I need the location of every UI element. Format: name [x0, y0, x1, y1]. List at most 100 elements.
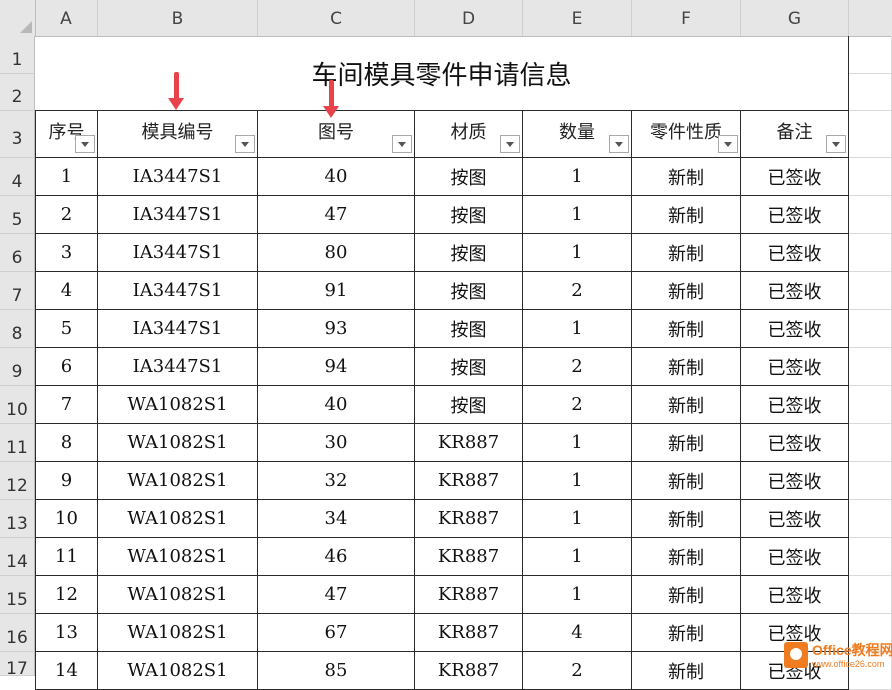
table-cell[interactable]: 已签收	[741, 196, 849, 234]
table-cell[interactable]: 47	[258, 196, 415, 234]
column-header-c[interactable]: C	[258, 0, 415, 36]
empty-cell[interactable]	[849, 538, 892, 576]
table-cell[interactable]: KR887	[415, 500, 523, 538]
table-cell[interactable]: 按图	[415, 386, 523, 424]
table-cell[interactable]: WA1082S1	[98, 462, 258, 500]
table-cell[interactable]: 已签收	[741, 158, 849, 196]
table-cell[interactable]: 47	[258, 576, 415, 614]
table-cell[interactable]: IA3447S1	[98, 196, 258, 234]
table-cell[interactable]: 新制	[632, 348, 741, 386]
table-cell[interactable]: WA1082S1	[98, 424, 258, 462]
table-cell[interactable]: 新制	[632, 196, 741, 234]
table-cell[interactable]: 2	[523, 348, 632, 386]
table-cell[interactable]: 新制	[632, 272, 741, 310]
row-header[interactable]: 3	[0, 111, 35, 158]
filter-dropdown-button[interactable]	[718, 135, 738, 153]
table-cell[interactable]: 2	[35, 196, 98, 234]
table-cell[interactable]: 40	[258, 158, 415, 196]
row-header[interactable]: 10	[0, 386, 35, 424]
table-cell[interactable]: 已签收	[741, 310, 849, 348]
filter-dropdown-button[interactable]	[609, 135, 629, 153]
table-cell[interactable]: 新制	[632, 462, 741, 500]
row-header[interactable]: 4	[0, 158, 35, 196]
table-cell[interactable]: 2	[523, 652, 632, 690]
table-cell[interactable]: 新制	[632, 310, 741, 348]
empty-cell[interactable]	[849, 36, 892, 74]
table-cell[interactable]: 94	[258, 348, 415, 386]
table-cell[interactable]: KR887	[415, 614, 523, 652]
empty-cell[interactable]	[849, 576, 892, 614]
table-cell[interactable]: 新制	[632, 386, 741, 424]
empty-cell[interactable]	[849, 74, 892, 111]
table-cell[interactable]: 85	[258, 652, 415, 690]
table-cell[interactable]: 已签收	[741, 348, 849, 386]
table-cell[interactable]: 已签收	[741, 500, 849, 538]
row-header[interactable]: 16	[0, 614, 35, 652]
table-cell[interactable]: 1	[523, 576, 632, 614]
column-header-cell[interactable]: 模具编号	[98, 111, 258, 158]
column-header-b[interactable]: B	[98, 0, 258, 36]
table-cell[interactable]: 7	[35, 386, 98, 424]
table-cell[interactable]: 按图	[415, 196, 523, 234]
table-cell[interactable]: 按图	[415, 310, 523, 348]
table-cell[interactable]: 1	[523, 538, 632, 576]
table-cell[interactable]: 按图	[415, 158, 523, 196]
table-cell[interactable]: 14	[35, 652, 98, 690]
row-header[interactable]: 13	[0, 500, 35, 538]
table-cell[interactable]: 已签收	[741, 424, 849, 462]
table-cell[interactable]: 已签收	[741, 234, 849, 272]
table-cell[interactable]: 34	[258, 500, 415, 538]
row-header[interactable]: 12	[0, 462, 35, 500]
table-cell[interactable]: 9	[35, 462, 98, 500]
table-cell[interactable]: 2	[523, 272, 632, 310]
table-cell[interactable]: 91	[258, 272, 415, 310]
table-cell[interactable]: IA3447S1	[98, 234, 258, 272]
table-cell[interactable]: 4	[523, 614, 632, 652]
empty-cell[interactable]	[849, 348, 892, 386]
column-header-e[interactable]: E	[523, 0, 632, 36]
row-header[interactable]: 2	[0, 74, 35, 111]
table-cell[interactable]: 新制	[632, 614, 741, 652]
table-cell[interactable]: 5	[35, 310, 98, 348]
filter-dropdown-button[interactable]	[826, 135, 846, 153]
table-cell[interactable]: 已签收	[741, 576, 849, 614]
table-cell[interactable]: WA1082S1	[98, 500, 258, 538]
table-cell[interactable]: IA3447S1	[98, 272, 258, 310]
table-cell[interactable]: 1	[523, 158, 632, 196]
table-cell[interactable]: 80	[258, 234, 415, 272]
column-header-d[interactable]: D	[415, 0, 523, 36]
empty-cell[interactable]	[849, 386, 892, 424]
row-header[interactable]: 15	[0, 576, 35, 614]
column-header-a[interactable]: A	[35, 0, 98, 36]
table-cell[interactable]: 3	[35, 234, 98, 272]
table-cell[interactable]: 11	[35, 538, 98, 576]
filter-dropdown-button[interactable]	[235, 135, 255, 153]
table-cell[interactable]: KR887	[415, 652, 523, 690]
table-cell[interactable]: IA3447S1	[98, 158, 258, 196]
filter-dropdown-button[interactable]	[500, 135, 520, 153]
filter-dropdown-button[interactable]	[75, 135, 95, 153]
table-cell[interactable]: 新制	[632, 158, 741, 196]
table-cell[interactable]: KR887	[415, 538, 523, 576]
table-cell[interactable]: 已签收	[741, 462, 849, 500]
table-cell[interactable]: IA3447S1	[98, 348, 258, 386]
table-cell[interactable]: WA1082S1	[98, 614, 258, 652]
table-cell[interactable]: 新制	[632, 576, 741, 614]
column-header-f[interactable]: F	[632, 0, 741, 36]
empty-cell[interactable]	[849, 462, 892, 500]
table-cell[interactable]: 32	[258, 462, 415, 500]
table-cell[interactable]: 已签收	[741, 538, 849, 576]
column-header-g[interactable]: G	[741, 0, 849, 36]
row-header[interactable]: 1	[0, 36, 35, 74]
table-cell[interactable]: 6	[35, 348, 98, 386]
empty-cell[interactable]	[849, 234, 892, 272]
table-cell[interactable]: 按图	[415, 234, 523, 272]
table-cell[interactable]: 按图	[415, 272, 523, 310]
table-cell[interactable]: 已签收	[741, 272, 849, 310]
table-cell[interactable]: KR887	[415, 576, 523, 614]
table-cell[interactable]: 新制	[632, 652, 741, 690]
table-cell[interactable]: 按图	[415, 348, 523, 386]
table-cell[interactable]: 新制	[632, 424, 741, 462]
table-cell[interactable]: 10	[35, 500, 98, 538]
table-cell[interactable]: 1	[35, 158, 98, 196]
